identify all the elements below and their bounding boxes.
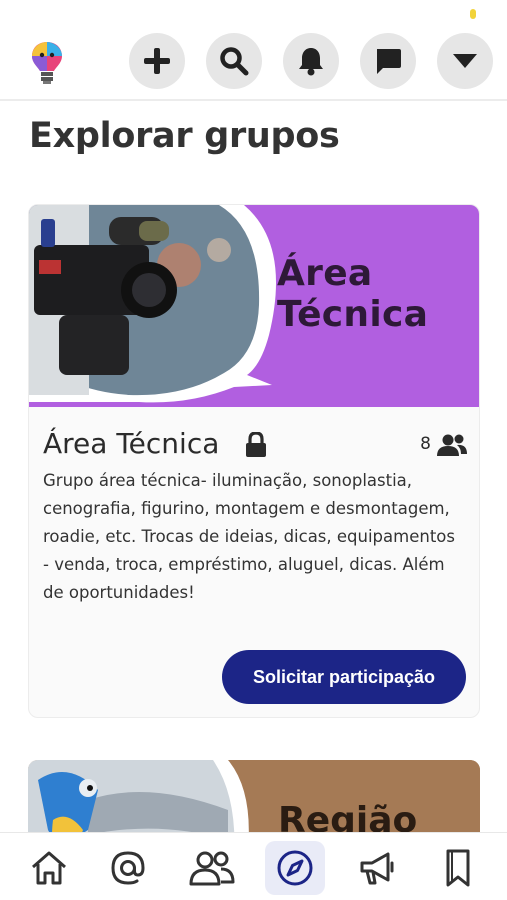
banner-title: Área Técnica xyxy=(277,253,428,336)
at-icon xyxy=(111,851,145,885)
compass-icon xyxy=(277,850,313,886)
menu-button[interactable] xyxy=(437,33,493,89)
lock-icon xyxy=(246,432,266,457)
home-icon xyxy=(32,851,66,885)
search-button[interactable] xyxy=(206,33,262,89)
members-icon xyxy=(437,434,467,456)
megaphone-icon xyxy=(360,852,394,885)
group-name[interactable]: Área Técnica xyxy=(43,427,219,460)
chat-icon xyxy=(377,49,401,74)
group-card[interactable]: Área Técnica Área Técnica 8 Grupo área t… xyxy=(28,204,480,718)
messages-button[interactable] xyxy=(360,33,416,89)
nav-home[interactable] xyxy=(19,841,79,895)
bottom-nav xyxy=(0,832,507,900)
caret-down-icon xyxy=(453,54,477,68)
nav-bookmarks[interactable] xyxy=(428,841,488,895)
nav-announcements[interactable] xyxy=(348,841,408,895)
nav-people[interactable] xyxy=(182,841,242,895)
member-count: 8 xyxy=(420,434,431,454)
create-button[interactable] xyxy=(129,33,185,89)
group-description: Grupo área técnica- iluminação, sonoplas… xyxy=(43,471,455,602)
search-icon xyxy=(220,47,249,76)
plus-icon xyxy=(144,48,170,74)
bookmark-icon xyxy=(446,849,470,887)
group-title-row: Área Técnica 8 xyxy=(43,427,467,467)
page-title: Explorar grupos xyxy=(29,116,340,156)
nav-explore[interactable] xyxy=(265,841,325,895)
request-join-button[interactable]: Solicitar participação xyxy=(222,650,466,704)
bell-icon xyxy=(299,48,323,76)
nav-mentions[interactable] xyxy=(98,841,158,895)
people-icon xyxy=(189,851,235,886)
notifications-button[interactable] xyxy=(283,33,339,89)
banner-title-line-1: Área xyxy=(277,253,373,294)
banner-title-line-2: Técnica xyxy=(277,294,429,336)
group-banner: Área Técnica xyxy=(29,205,479,407)
top-bar xyxy=(0,0,507,101)
lightbulb-logo[interactable] xyxy=(30,40,64,86)
